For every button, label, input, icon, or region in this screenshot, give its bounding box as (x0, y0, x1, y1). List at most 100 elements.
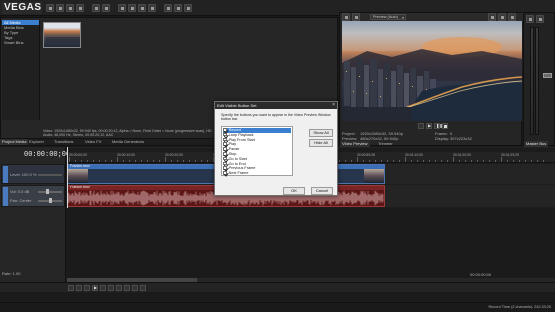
audio-vol-knob[interactable] (46, 189, 49, 194)
empty-track-area[interactable] (67, 208, 555, 278)
zoom-tool-icon[interactable] (148, 4, 156, 12)
hide-all-button[interactable]: Hide All (309, 139, 333, 147)
dialog-instructions: Specify the buttons you want to appear i… (221, 113, 331, 122)
ruler-tick (135, 160, 136, 162)
transport-go-end-button[interactable] (124, 285, 130, 291)
button-list-item-label: Go to Start (228, 156, 247, 161)
split-screen-icon[interactable] (352, 13, 360, 21)
checkbox[interactable] (223, 171, 227, 175)
transport-next-frame-button[interactable] (140, 285, 146, 291)
checkbox[interactable] (223, 156, 227, 161)
ruler-tick (99, 160, 100, 162)
pause-button[interactable]: ❚❚ (434, 123, 443, 129)
cancel-button[interactable]: Cancel (311, 187, 333, 195)
close-icon[interactable]: × (332, 102, 335, 109)
tree-item-smart-bins[interactable]: Smart Bins (2, 40, 39, 45)
stop-button[interactable] (442, 123, 448, 129)
audio-pan-knob[interactable] (49, 198, 52, 203)
edit-visible-button-set-dialog: Edit Visible Button Set × Specify the bu… (214, 101, 338, 196)
show-all-button[interactable]: Show All (309, 129, 333, 137)
ruler-label: 00:00:20;00 (165, 153, 183, 157)
render-icon[interactable] (76, 4, 84, 12)
tab-media-generators[interactable]: Media Generators (110, 139, 146, 145)
checkbox[interactable] (223, 128, 227, 132)
tab-video-fx[interactable]: Video FX (83, 139, 103, 145)
bottom-timecode: 00:00:00;00 (470, 272, 492, 277)
transport-prev-frame-button[interactable] (132, 285, 138, 291)
save-icon[interactable] (66, 4, 74, 12)
checkbox[interactable] (223, 137, 227, 142)
ruler-tick (369, 160, 370, 162)
checkbox[interactable] (223, 132, 227, 137)
master-bus-panel: Master Bus (523, 12, 555, 147)
chevron-down-icon: ▾ (401, 15, 404, 20)
transport-record-button[interactable] (68, 285, 74, 291)
video-clip-thumbnail-end (364, 169, 384, 183)
copy-snapshot-icon[interactable] (498, 13, 506, 21)
preview-toolbar: Preview (Auto) ▾ (340, 13, 523, 21)
audio-vol-slider[interactable] (38, 191, 62, 193)
button-list-item[interactable]: Next Frame (223, 171, 291, 176)
ruler-tick (195, 160, 196, 162)
ruler-tick (123, 160, 124, 162)
play-button[interactable]: ▶ (426, 123, 432, 129)
preview-display-value: 397x223x32 (450, 136, 472, 141)
preview-quality-dropdown[interactable]: Preview (Auto) ▾ (370, 14, 406, 20)
transport-loop-button[interactable] (76, 285, 82, 291)
transport-go-start-button[interactable] (116, 285, 122, 291)
transport-stop-button[interactable] (108, 285, 114, 291)
dialog-titlebar[interactable]: Edit Visible Button Set × (215, 102, 337, 109)
auto-ripple-icon[interactable] (174, 4, 182, 12)
ruler-tick (81, 160, 82, 162)
button-list-item-label: Stop (228, 152, 237, 157)
undo-icon[interactable] (92, 4, 100, 12)
master-fader[interactable] (543, 73, 552, 78)
ok-button[interactable]: OK (283, 187, 305, 195)
ruler-tick (129, 160, 130, 162)
checkbox[interactable] (223, 161, 227, 166)
tab-transitions[interactable]: Transitions (52, 139, 75, 145)
checkbox[interactable] (223, 152, 227, 156)
audio-track-header[interactable]: Vol: 0.0 dB Pan: Center (1, 185, 65, 207)
transport-play-start-button[interactable] (84, 285, 90, 291)
audio-vol-label: Vol: 0.0 dB (10, 189, 30, 194)
ruler-tick (495, 160, 496, 162)
ruler-tick (399, 160, 400, 162)
redo-icon[interactable] (102, 4, 110, 12)
ruler-tick (459, 160, 460, 162)
ruler-tick (405, 157, 406, 162)
media-thumbnail[interactable] (43, 22, 81, 48)
video-track-header[interactable]: Level: 100.0 % (1, 164, 65, 184)
normal-edit-tool-icon[interactable] (118, 4, 126, 12)
new-project-icon[interactable] (46, 4, 54, 12)
ruler-tick (531, 160, 532, 162)
split-icon[interactable] (164, 4, 172, 12)
master-mute-icon[interactable] (536, 15, 544, 23)
envelope-tool-icon[interactable] (128, 4, 136, 12)
record-button[interactable] (418, 123, 424, 129)
open-icon[interactable] (56, 4, 64, 12)
ruler-tick (351, 160, 352, 162)
save-snapshot-icon[interactable] (508, 13, 516, 21)
button-list-item-label: Next Frame (228, 171, 249, 176)
preview-settings-icon[interactable] (342, 13, 350, 21)
play-icon: ▶ (428, 123, 432, 128)
ruler-tick (171, 160, 172, 162)
audio-pan-label: Pan: Center (10, 198, 32, 203)
video-level-slider[interactable] (38, 174, 62, 176)
transport-pause-button[interactable] (100, 285, 106, 291)
ruler-tick (489, 160, 490, 162)
media-info-audio: Audio: 48,000 Hz, Stereo, 00:00:20;12, A… (43, 133, 114, 137)
ruler-tick (435, 160, 436, 162)
tab-project-media[interactable]: Project Media (0, 139, 29, 145)
master-fx-icon[interactable] (526, 15, 534, 23)
checkbox[interactable] (223, 166, 227, 170)
transport-play-button[interactable]: ▶ (92, 285, 98, 291)
ruler-tick (75, 160, 76, 162)
selection-tool-icon[interactable] (138, 4, 146, 12)
checkbox[interactable] (223, 147, 227, 151)
snapping-icon[interactable] (184, 4, 192, 12)
checkbox[interactable] (223, 142, 227, 146)
overlays-icon[interactable] (488, 13, 496, 21)
tab-explorer[interactable]: Explorer (27, 139, 46, 145)
